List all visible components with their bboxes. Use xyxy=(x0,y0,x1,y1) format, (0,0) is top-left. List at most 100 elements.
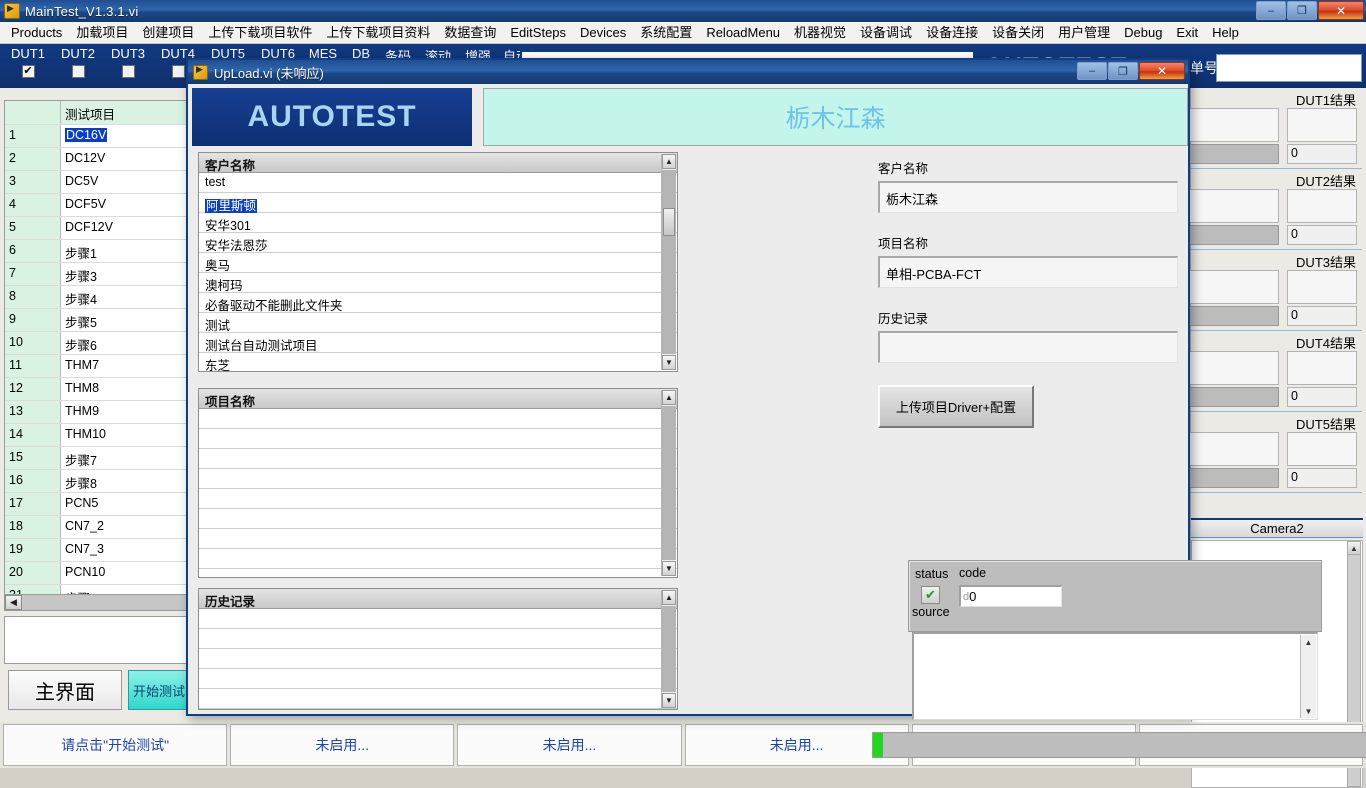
table-row[interactable]: 1 DC16V xyxy=(5,124,189,147)
list-item[interactable]: 安华法恩莎 xyxy=(199,233,677,253)
project-name-list[interactable]: 项目名称 ▲ ▼ xyxy=(198,388,678,578)
table-row[interactable]: 13 THM9 xyxy=(5,400,189,423)
list-item[interactable] xyxy=(199,489,677,509)
dut-checkbox-dut3[interactable]: ✔ xyxy=(121,65,135,78)
customer-name-field[interactable]: 栃木江森 xyxy=(878,181,1178,213)
dialog-maximize-button[interactable]: ❐ xyxy=(1108,62,1138,80)
table-row[interactable]: 4 DCF5V xyxy=(5,193,189,216)
table-row[interactable]: 8 步骤4 xyxy=(5,285,189,308)
menu-item-upload-download-software[interactable]: 上传下载项目软件 xyxy=(201,23,319,43)
menu-item-editsteps[interactable]: EditSteps xyxy=(503,23,573,43)
table-row[interactable]: 2 DC12V xyxy=(5,147,189,170)
scroll-down-icon[interactable]: ▼ xyxy=(662,355,676,370)
menu-item-debug[interactable]: Debug xyxy=(1117,23,1169,43)
table-row[interactable]: 15 步骤7 xyxy=(5,446,189,469)
menu-item-user-management[interactable]: 用户管理 xyxy=(1051,23,1117,43)
list-item[interactable] xyxy=(199,629,677,649)
scroll-left-icon[interactable]: ◀ xyxy=(5,595,22,610)
upload-driver-config-button[interactable]: 上传项目Driver+配置 xyxy=(878,385,1034,428)
list-item[interactable]: 安华301 xyxy=(199,213,677,233)
order-number-input[interactable] xyxy=(1216,54,1362,82)
menu-item-products[interactable]: Products xyxy=(4,23,69,43)
table-row[interactable]: 3 DC5V xyxy=(5,170,189,193)
scroll-up-icon[interactable]: ▲ xyxy=(662,590,676,605)
scroll-up-icon[interactable]: ▲ xyxy=(1301,635,1316,649)
list-item[interactable]: 测试台自动测试项目 xyxy=(199,333,677,353)
menu-item-machine-vision[interactable]: 机器视觉 xyxy=(787,23,853,43)
list-item[interactable]: 测试 xyxy=(199,313,677,333)
list-item[interactable] xyxy=(199,509,677,529)
list-item[interactable] xyxy=(199,689,677,709)
dut-checkbox-dut1[interactable]: ✔ xyxy=(21,65,35,78)
list-item[interactable] xyxy=(199,669,677,689)
dialog-minimize-button[interactable]: – xyxy=(1077,62,1107,80)
table-row[interactable]: 11 THM7 xyxy=(5,354,189,377)
list-item[interactable] xyxy=(199,609,677,629)
menu-item-device-connect[interactable]: 设备连接 xyxy=(919,23,985,43)
menu-item-data-query[interactable]: 数据查询 xyxy=(437,23,503,43)
project-list-scrollbar[interactable]: ▲ ▼ xyxy=(661,390,676,576)
list-item[interactable] xyxy=(199,449,677,469)
list-item[interactable] xyxy=(199,409,677,429)
scroll-up-icon[interactable]: ▲ xyxy=(662,154,676,169)
error-source-textbox[interactable]: ▲ ▼ xyxy=(912,632,1318,720)
list-item[interactable] xyxy=(199,469,677,489)
scroll-down-icon[interactable]: ▼ xyxy=(662,561,676,576)
table-row[interactable]: 18 CN7_2 xyxy=(5,515,189,538)
project-list-body[interactable] xyxy=(199,409,677,577)
dut-tab-dut1[interactable]: DUT1 ✔ xyxy=(4,46,52,78)
table-row[interactable]: 10 步骤6 xyxy=(5,331,189,354)
menu-item-upload-download-docs[interactable]: 上传下载项目资料 xyxy=(319,23,437,43)
table-row[interactable]: 16 步骤8 xyxy=(5,469,189,492)
dut-tab-dut2[interactable]: DUT2 ✔ xyxy=(54,46,102,78)
dut-checkbox-dut4[interactable]: ✔ xyxy=(171,65,185,78)
table-row[interactable]: 9 步骤5 xyxy=(5,308,189,331)
table-row[interactable]: 19 CN7_3 xyxy=(5,538,189,561)
customer-list-scrollbar[interactable]: ▲ ▼ xyxy=(661,154,676,370)
list-item[interactable]: test xyxy=(199,173,677,193)
table-row[interactable]: 7 步骤3 xyxy=(5,262,189,285)
list-item[interactable] xyxy=(199,649,677,669)
scroll-down-icon[interactable]: ▼ xyxy=(1301,704,1316,718)
history-record-list[interactable]: 历史记录 ▲ ▼ xyxy=(198,588,678,710)
dut-checkbox-dut2[interactable]: ✔ xyxy=(71,65,85,78)
start-test-button[interactable]: 开始测试 xyxy=(128,670,190,710)
menu-item-system-config[interactable]: 系统配置 xyxy=(633,23,699,43)
project-name-field[interactable]: 单相-PCBA-FCT xyxy=(878,256,1178,288)
customer-list-body[interactable]: test 阿里斯顿 安华301 安华法恩莎 奥马 澳柯玛 必备驱动不能删此文件夹 测试 测试台自… xyxy=(199,173,677,371)
menu-item-reloadmenu[interactable]: ReloadMenu xyxy=(699,23,787,43)
table-row[interactable]: 14 THM10 xyxy=(5,423,189,446)
test-items-table[interactable]: 测试项目 1 DC16V 2 DC12V 3 DC5V 4 DCF5V 5 DCF12V 6 步骤1 7… xyxy=(4,100,190,610)
menu-item-create-project[interactable]: 创建项目 xyxy=(135,23,201,43)
test-items-horizontal-scrollbar[interactable]: ◀ xyxy=(4,594,190,611)
list-item[interactable]: 奥马 xyxy=(199,253,677,273)
menu-item-load-project[interactable]: 加载项目 xyxy=(69,23,135,43)
table-row[interactable]: 5 DCF12V xyxy=(5,216,189,239)
close-button[interactable]: ✕ xyxy=(1318,1,1364,20)
main-interface-button[interactable]: 主界面 xyxy=(8,670,122,710)
scroll-up-icon[interactable]: ▲ xyxy=(662,390,676,405)
scroll-down-icon[interactable]: ▼ xyxy=(662,693,676,708)
scrollbar-thumb[interactable] xyxy=(663,208,675,236)
list-item[interactable]: 东芝 xyxy=(199,353,677,371)
list-item[interactable]: 阿里斯顿 xyxy=(199,193,677,214)
history-record-field[interactable] xyxy=(878,331,1178,363)
error-code-field[interactable]: d 0 xyxy=(959,585,1062,607)
menu-item-exit[interactable]: Exit xyxy=(1169,23,1205,43)
dialog-close-button[interactable]: ✕ xyxy=(1139,62,1185,80)
list-item[interactable] xyxy=(199,429,677,449)
menu-item-device-close[interactable]: 设备关闭 xyxy=(985,23,1051,43)
scroll-up-icon[interactable]: ▲ xyxy=(1348,542,1360,555)
menu-item-device-debug[interactable]: 设备调试 xyxy=(853,23,919,43)
history-list-body[interactable] xyxy=(199,609,677,709)
scrollbar-track[interactable] xyxy=(662,606,676,692)
history-list-scrollbar[interactable]: ▲ ▼ xyxy=(661,590,676,708)
dut-tab-dut3[interactable]: DUT3 ✔ xyxy=(104,46,152,78)
list-item[interactable] xyxy=(199,529,677,549)
customer-name-list[interactable]: 客户名称 test 阿里斯顿 安华301 安华法恩莎 奥马 澳柯玛 必备驱动不能删此文件夹测… xyxy=(198,152,678,372)
minimize-button[interactable]: – xyxy=(1256,1,1286,20)
scrollbar-track[interactable] xyxy=(662,406,676,560)
table-row[interactable]: 12 THM8 xyxy=(5,377,189,400)
camera2-tab[interactable]: Camera2 xyxy=(1191,518,1363,538)
table-row[interactable]: 17 PCN5 xyxy=(5,492,189,515)
